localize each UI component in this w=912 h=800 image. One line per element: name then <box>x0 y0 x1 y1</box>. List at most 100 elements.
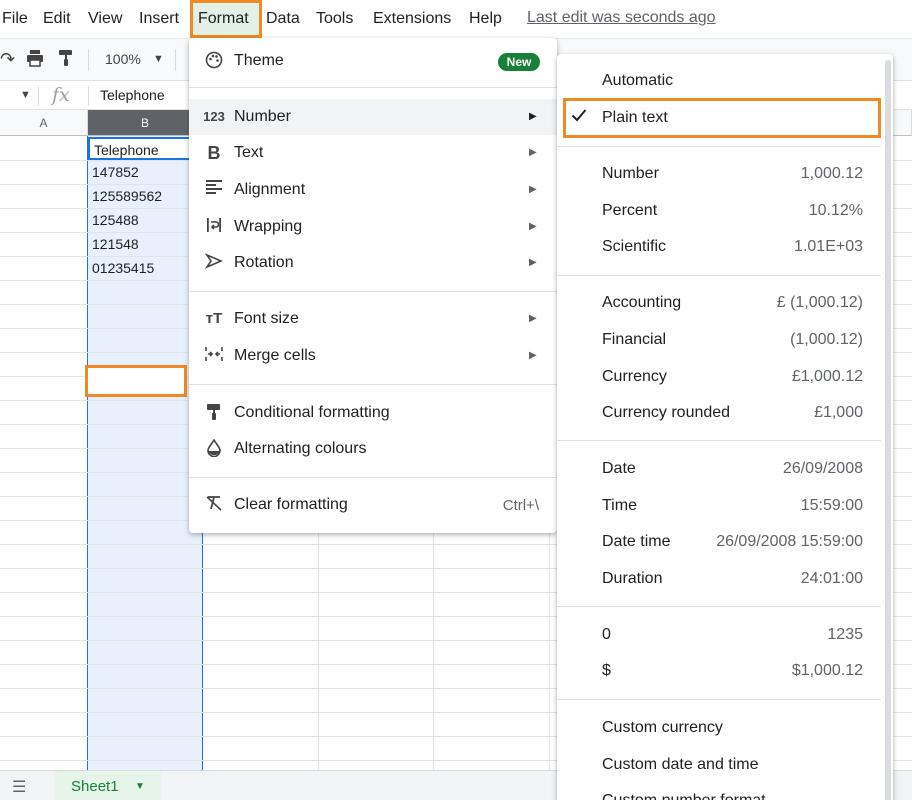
menu-file[interactable]: File <box>2 9 28 29</box>
menu-item-clear-formatting[interactable]: Clear formatting Ctrl+\ <box>189 487 557 523</box>
menu-help[interactable]: Help <box>469 9 502 29</box>
format-date[interactable]: Date 26/09/2008 <box>557 451 893 487</box>
format-example: £ (1,000.12) <box>776 294 863 311</box>
cell-b3[interactable]: 125589562 <box>88 185 202 208</box>
submenu-divider <box>557 440 881 441</box>
cell-b5[interactable]: 121548 <box>88 233 202 256</box>
cell-b6[interactable]: 01235415 <box>88 257 184 280</box>
merge-cells-icon <box>203 346 225 366</box>
format-example: $1,000.12 <box>791 662 863 679</box>
format-label: $ <box>602 662 611 679</box>
menu-item-wrapping[interactable]: Wrapping ▶ <box>189 209 557 245</box>
format-duration[interactable]: Duration 24:01:00 <box>557 561 893 597</box>
toolbar-divider <box>175 49 176 71</box>
column-header-b[interactable]: B <box>88 110 203 136</box>
cell-b4[interactable]: 125488 <box>88 209 202 232</box>
format-financial[interactable]: Financial (1,000.12) <box>557 322 893 358</box>
format-label: Currency rounded <box>602 404 731 421</box>
format-example: 1,000.12 <box>800 165 863 182</box>
format-custom-currency[interactable]: Custom currency <box>557 710 893 746</box>
formula-input[interactable]: Telephone <box>100 87 165 103</box>
fx-icon: fx <box>52 84 70 106</box>
format-label: Scientific <box>602 238 667 255</box>
last-edit-link[interactable]: Last edit was seconds ago <box>527 9 716 27</box>
submenu-arrow-icon: ▶ <box>529 313 537 324</box>
format-label: Percent <box>602 202 658 219</box>
format-example: 15:59:00 <box>800 497 863 514</box>
menu-label: Wrapping <box>234 218 303 235</box>
format-label: Custom number format <box>602 792 766 800</box>
format-currency[interactable]: Currency £1,000.12 <box>557 359 893 395</box>
format-currency-rounded[interactable]: Currency rounded £1,000 <box>557 395 893 431</box>
submenu-arrow-icon: ▶ <box>529 184 537 195</box>
format-plain-text[interactable]: Plain text <box>557 100 893 136</box>
toolbar-divider <box>88 49 89 71</box>
format-time[interactable]: Time 15:59:00 <box>557 488 893 524</box>
cell-b2[interactable]: 147852 <box>88 161 202 184</box>
print-icon[interactable] <box>26 49 44 71</box>
format-date-time[interactable]: Date time 26/09/2008 15:59:00 <box>557 524 893 560</box>
menu-item-rotation[interactable]: Rotation ▶ <box>189 245 557 281</box>
menu-label: Number <box>234 108 291 125</box>
menu-data[interactable]: Data <box>266 9 300 29</box>
format-accounting[interactable]: Accounting £ (1,000.12) <box>557 285 893 321</box>
conditional-format-icon <box>203 403 225 423</box>
sheet-tab[interactable]: Sheet1 ▼ <box>55 771 161 800</box>
format-custom-number[interactable]: Custom number format <box>557 783 893 800</box>
format-label: Currency <box>602 368 667 385</box>
number-format-submenu: Automatic Plain text Number 1,000.12 Per… <box>557 54 893 800</box>
menu-label: Theme <box>234 52 284 69</box>
menu-extensions[interactable]: Extensions <box>373 9 451 29</box>
format-automatic[interactable]: Automatic <box>557 63 893 99</box>
menu-item-merge-cells[interactable]: Merge cells ▶ <box>189 338 557 374</box>
sheet-caret-icon[interactable]: ▼ <box>135 781 145 792</box>
column-header-a[interactable]: A <box>0 110 88 136</box>
format-scientific[interactable]: Scientific 1.01E+03 <box>557 229 893 265</box>
format-number[interactable]: Number 1,000.12 <box>557 156 893 192</box>
format-label: Date <box>602 460 636 477</box>
name-box-caret-icon[interactable]: ▼ <box>20 89 31 101</box>
format-label: Time <box>602 497 637 514</box>
menu-item-theme[interactable]: Theme New <box>189 43 557 79</box>
menu-tools[interactable]: Tools <box>316 9 353 29</box>
menu-divider <box>189 87 557 88</box>
palette-icon <box>203 51 225 71</box>
format-example: (1,000.12) <box>790 331 863 348</box>
all-sheets-icon[interactable]: ☰ <box>12 777 26 797</box>
menu-item-alternating-colours[interactable]: Alternating colours <box>189 431 557 467</box>
format-example: 26/09/2008 15:59:00 <box>716 533 863 550</box>
format-dollar[interactable]: $ $1,000.12 <box>557 653 893 689</box>
zoom-caret-icon[interactable]: ▼ <box>153 53 164 65</box>
zoom-select[interactable]: 100% <box>105 51 141 67</box>
menu-divider <box>189 291 557 292</box>
text-rotation-icon <box>203 253 225 273</box>
menu-view[interactable]: View <box>88 9 122 29</box>
new-badge: New <box>498 53 540 71</box>
format-percent[interactable]: Percent 10.12% <box>557 193 893 229</box>
menu-label: Clear formatting <box>234 496 348 513</box>
menu-item-number[interactable]: 123 Number ▶ <box>189 99 557 135</box>
format-example: 26/09/2008 <box>782 460 863 477</box>
format-zero[interactable]: 0 1235 <box>557 617 893 653</box>
submenu-divider <box>557 606 881 607</box>
paint-format-icon[interactable] <box>58 49 74 71</box>
menu-label: Alternating colours <box>234 440 367 457</box>
bold-icon: B <box>207 143 221 163</box>
cell-b1[interactable]: Telephone <box>88 137 202 160</box>
format-example: 10.12% <box>808 202 863 219</box>
menu-item-conditional-formatting[interactable]: Conditional formatting <box>189 395 557 431</box>
format-label: 0 <box>602 626 611 643</box>
menu-edit[interactable]: Edit <box>43 9 71 29</box>
format-custom-date-time[interactable]: Custom date and time <box>557 747 893 783</box>
submenu-arrow-icon: ▶ <box>529 147 537 158</box>
format-label: Date time <box>602 533 671 550</box>
format-label: Duration <box>602 570 663 587</box>
menu-item-alignment[interactable]: Alignment ▶ <box>189 172 557 208</box>
align-left-icon <box>203 180 225 200</box>
menu-format[interactable]: Format <box>198 9 249 29</box>
format-label: Number <box>602 165 659 182</box>
menu-item-text[interactable]: B Text ▶ <box>189 135 557 171</box>
menu-insert[interactable]: Insert <box>139 9 179 29</box>
menu-item-font-size[interactable]: тT Font size ▶ <box>189 301 557 337</box>
redo-icon[interactable]: ↷ <box>0 49 15 69</box>
